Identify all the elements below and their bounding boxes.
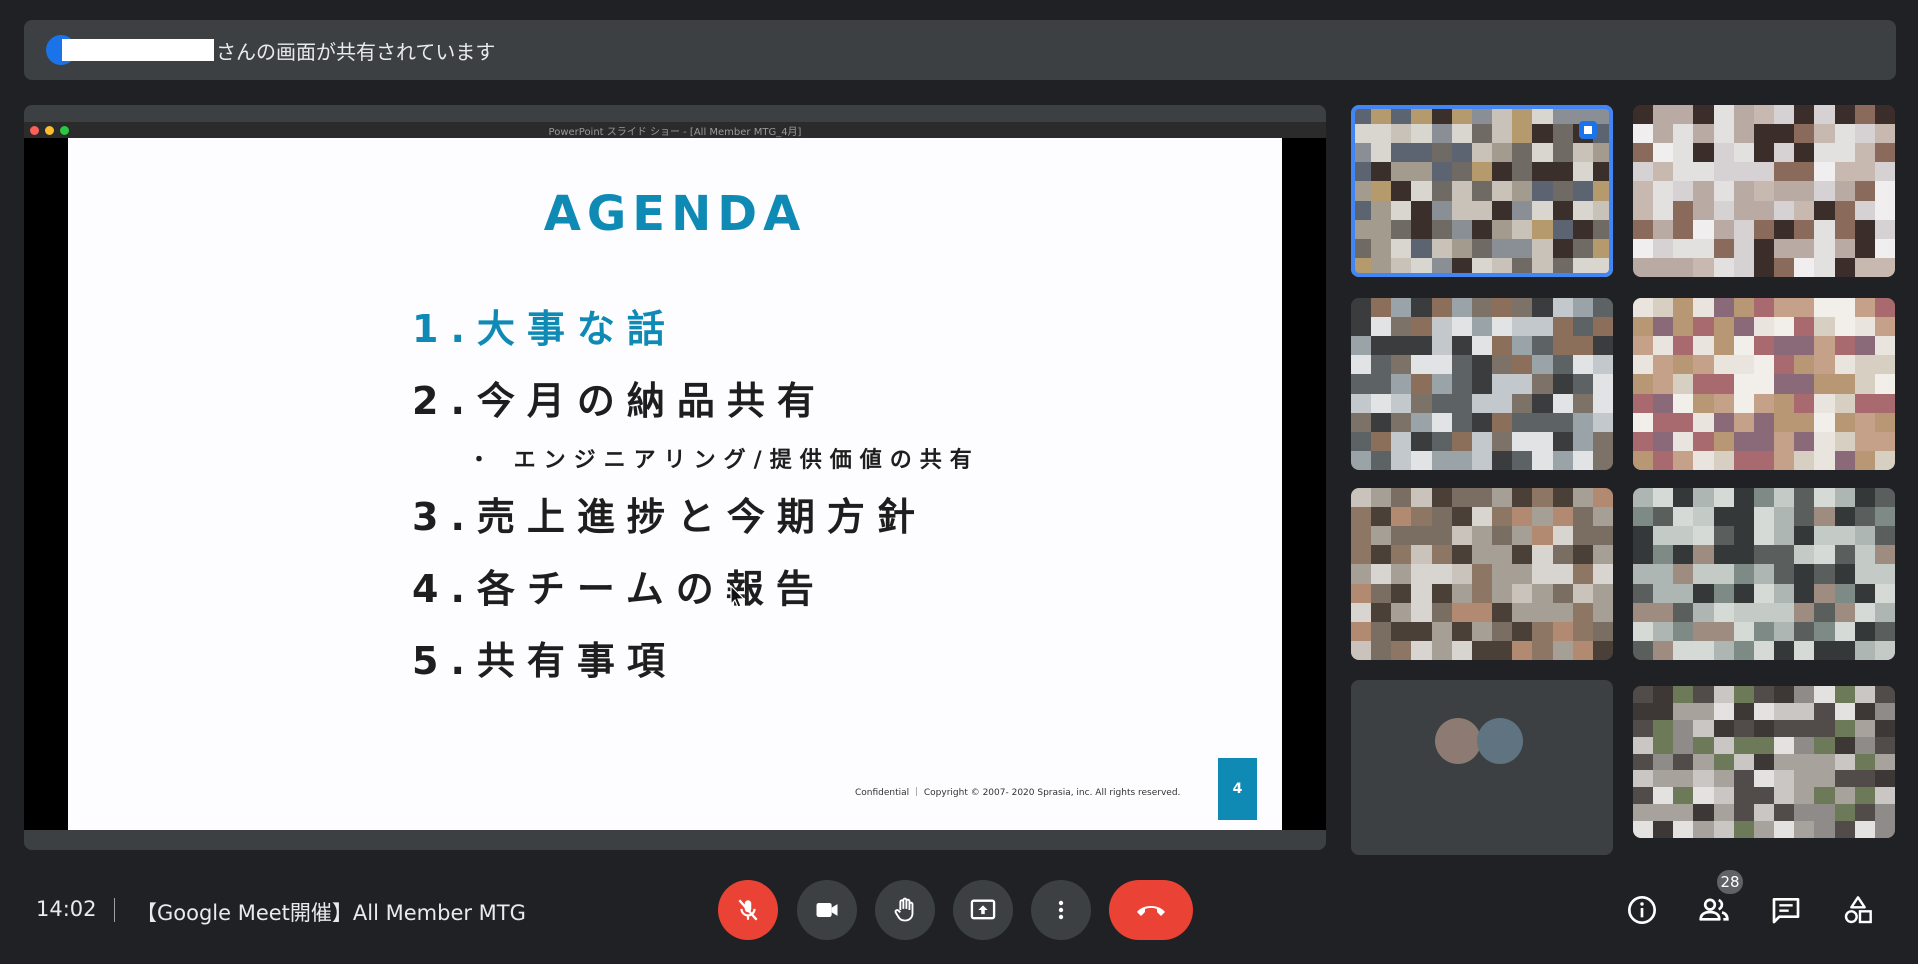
agenda-item-3: 3.売上進捗と今期方針 bbox=[412, 495, 927, 539]
present-now-button[interactable] bbox=[953, 880, 1013, 940]
presenter-name-redacted bbox=[62, 39, 214, 61]
call-end-icon bbox=[1137, 906, 1165, 916]
video-feed bbox=[1633, 488, 1895, 660]
other-participants-tile[interactable] bbox=[1351, 680, 1613, 855]
activities-icon bbox=[1844, 896, 1872, 924]
participant-count-badge: 28 bbox=[1715, 868, 1745, 896]
activities-button[interactable] bbox=[1834, 886, 1882, 934]
video-feed bbox=[1351, 298, 1613, 470]
mic-off-icon bbox=[738, 899, 758, 921]
mic-toggle-button[interactable] bbox=[718, 880, 778, 940]
agenda-item-1: 1.大事な話 bbox=[412, 307, 677, 351]
slide-footer: Confidential ｜ Copyright © 2007- 2020 Sp… bbox=[855, 788, 1181, 798]
slide-page-number: 4 bbox=[1218, 758, 1257, 820]
video-feed bbox=[1351, 105, 1613, 277]
mouse-cursor-icon bbox=[730, 585, 746, 608]
video-feed bbox=[1633, 105, 1895, 277]
video-feed bbox=[1351, 488, 1613, 660]
participant-tile[interactable] bbox=[1351, 488, 1613, 660]
slide-stage: AGENDA 1.大事な話 2.今月の納品共有 ・ エンジニアリング/提供価値の… bbox=[24, 138, 1326, 830]
clock: 14:02 bbox=[36, 897, 97, 921]
participant-avatar bbox=[1477, 718, 1523, 764]
leave-call-button[interactable] bbox=[1109, 880, 1193, 940]
raise-hand-button[interactable] bbox=[875, 880, 935, 940]
agenda-item-4: 4.各チームの報告 bbox=[412, 567, 826, 611]
present-screen-icon bbox=[970, 899, 996, 920]
participant-tile-self[interactable] bbox=[1351, 105, 1613, 277]
powerpoint-titlebar: PowerPoint スライド ショー - [All Member MTG_4月… bbox=[24, 122, 1326, 138]
speaking-indicator-icon bbox=[1579, 121, 1597, 139]
participant-tile[interactable] bbox=[1633, 686, 1895, 838]
more-vert-icon bbox=[1058, 900, 1064, 920]
chat-button[interactable] bbox=[1762, 886, 1810, 934]
more-options-button[interactable] bbox=[1031, 880, 1091, 940]
meeting-title: 【Google Meet開催】All Member MTG bbox=[136, 901, 526, 925]
presenting-message: さんの画面が共有されています bbox=[216, 39, 496, 64]
agenda-subitem: ・ エンジニアリング/提供価値の共有 bbox=[468, 448, 980, 473]
participant-tile[interactable] bbox=[1633, 488, 1895, 660]
chat-icon bbox=[1772, 898, 1800, 924]
slide: AGENDA 1.大事な話 2.今月の納品共有 ・ エンジニアリング/提供価値の… bbox=[68, 138, 1282, 830]
video-feed bbox=[1633, 686, 1895, 838]
divider bbox=[114, 898, 115, 922]
slide-title: AGENDA bbox=[543, 186, 807, 242]
agenda-item-2: 2.今月の納品共有 bbox=[412, 379, 827, 423]
shared-screen[interactable]: PowerPoint スライド ショー - [All Member MTG_4月… bbox=[24, 105, 1326, 850]
agenda-item-5: 5.共有事項 bbox=[412, 639, 677, 683]
people-icon bbox=[1699, 898, 1729, 921]
presenting-banner: さんの画面が共有されています bbox=[24, 20, 1896, 80]
raise-hand-icon bbox=[894, 897, 914, 922]
powerpoint-window-title: PowerPoint スライド ショー - [All Member MTG_4月… bbox=[548, 127, 802, 138]
participant-avatar bbox=[1435, 718, 1481, 764]
videocam-icon bbox=[816, 903, 838, 917]
video-feed bbox=[1633, 298, 1895, 470]
meeting-details-button[interactable] bbox=[1618, 886, 1666, 934]
participant-tile[interactable] bbox=[1351, 298, 1613, 470]
participant-tile[interactable] bbox=[1633, 105, 1895, 277]
info-icon bbox=[1628, 896, 1656, 924]
participant-tile[interactable] bbox=[1633, 298, 1895, 470]
camera-toggle-button[interactable] bbox=[797, 880, 857, 940]
